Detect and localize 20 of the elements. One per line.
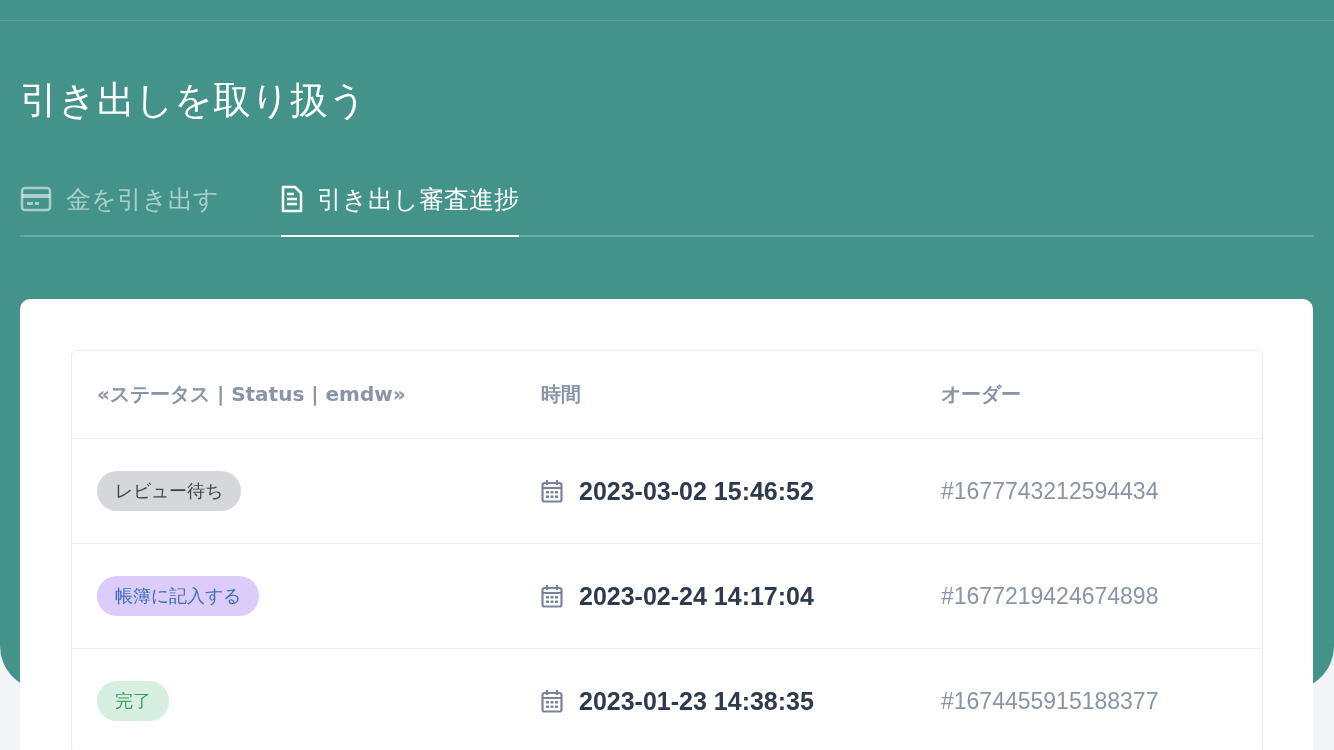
- tab[interactable]: 金を引き出す: [20, 173, 219, 237]
- credit-card-icon: [20, 186, 52, 212]
- calendar-icon: [541, 479, 563, 503]
- status-badge: 完了: [97, 681, 169, 721]
- time-cell: 2023-02-24 14:17:04: [579, 581, 814, 611]
- column-header: オーダー: [941, 382, 1021, 406]
- time-cell: 2023-03-02 15:46:52: [579, 476, 814, 506]
- status-badge: レビュー待ち: [97, 471, 241, 511]
- page-title: 引き出しを取り扱う: [19, 77, 368, 124]
- status-badge: 帳簿に記入する: [97, 576, 259, 616]
- order-number: #1677219424674898: [941, 582, 1159, 609]
- column-header: «ステータス | Status | emdw»: [97, 382, 406, 406]
- order-number: #1674455915188377: [941, 687, 1159, 714]
- document-icon: [281, 185, 303, 213]
- column-header: 時間: [541, 382, 581, 406]
- calendar-icon: [541, 689, 563, 713]
- order-number: #1677743212594434: [941, 477, 1159, 504]
- time-cell: 2023-01-23 14:38:35: [579, 686, 814, 716]
- calendar-icon: [541, 584, 563, 608]
- tab[interactable]: 引き出し審査進捗: [281, 173, 519, 237]
